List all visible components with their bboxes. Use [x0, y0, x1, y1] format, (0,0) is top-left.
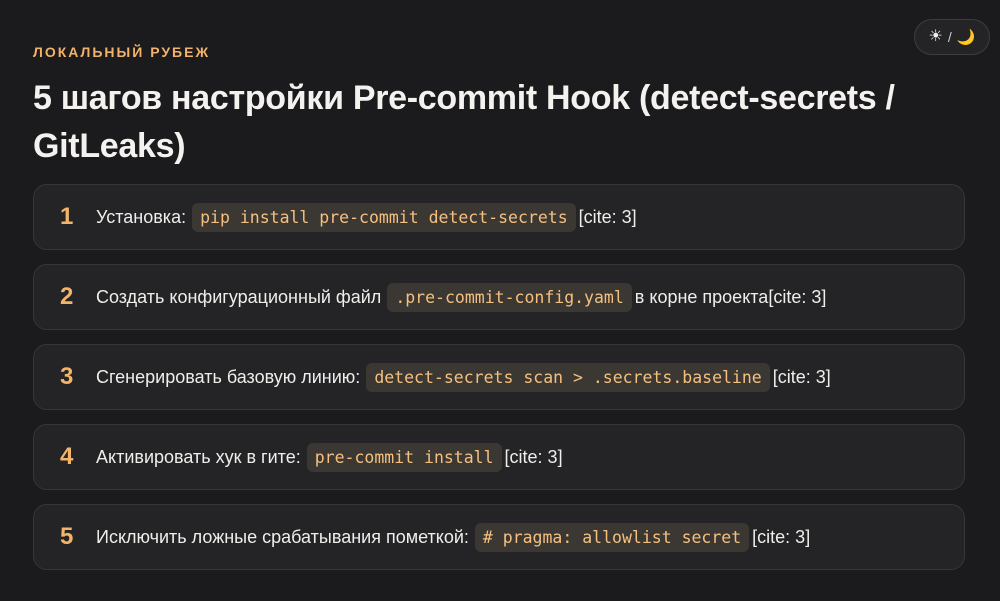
step-code: detect-secrets scan > .secrets.baseline	[366, 362, 770, 392]
step-text: Исключить ложные срабатывания пометкой: …	[96, 522, 811, 552]
step-number: 4	[60, 443, 74, 470]
page-title: 5 шагов настройки Pre-commit Hook (detec…	[33, 79, 895, 165]
section-kicker: ЛОКАЛЬНЫЙ РУБЕЖ	[33, 44, 211, 60]
step-card: 5 Исключить ложные срабатывания пометкой…	[33, 504, 965, 570]
step-number: 3	[60, 363, 74, 390]
step-text: Установка: pip install pre-commit detect…	[96, 202, 637, 232]
step-citation: [cite: 3]	[504, 446, 563, 467]
step-text-before: Исключить ложные срабатывания пометкой:	[96, 526, 469, 547]
step-citation: [cite: 3]	[772, 366, 831, 387]
step-text-before: Установка:	[96, 206, 187, 227]
step-card: 4 Активировать хук в гите: pre-commit in…	[33, 424, 965, 490]
theme-toggle-button[interactable]: ☀ / 🌙	[914, 19, 990, 55]
step-code: # pragma: allowlist secret	[474, 522, 750, 552]
step-text-before: Сгенерировать базовую линию:	[96, 366, 361, 387]
step-number: 1	[60, 203, 74, 230]
step-code: pre-commit install	[306, 442, 502, 472]
step-card: 2 Создать конфигурационный файл .pre-com…	[33, 264, 965, 330]
steps-list: 1 Установка: pip install pre-commit dete…	[33, 184, 965, 570]
page: ☀ / 🌙 ЛОКАЛЬНЫЙ РУБЕЖ 5 шагов настройки …	[0, 0, 1000, 601]
moon-icon: 🌙	[956, 28, 976, 46]
step-code: .pre-commit-config.yaml	[387, 282, 632, 312]
step-card: 3 Сгенерировать базовую линию: detect-se…	[33, 344, 965, 410]
step-number: 5	[60, 523, 74, 550]
theme-toggle-separator: /	[947, 29, 952, 45]
step-citation: [cite: 3]	[578, 206, 637, 227]
step-text: Сгенерировать базовую линию: detect-secr…	[96, 362, 831, 392]
sun-icon: ☀	[928, 28, 943, 45]
step-text-before: Активировать хук в гите:	[96, 446, 301, 467]
step-code: pip install pre-commit detect-secrets	[192, 202, 576, 232]
step-citation: в корне проекта[cite: 3]	[634, 286, 827, 307]
step-text-before: Создать конфигурационный файл	[96, 286, 382, 307]
step-number: 2	[60, 283, 74, 310]
step-citation: [cite: 3]	[752, 526, 811, 547]
step-card: 1 Установка: pip install pre-commit dete…	[33, 184, 965, 250]
step-text: Создать конфигурационный файл .pre-commi…	[96, 282, 827, 312]
step-text: Активировать хук в гите: pre-commit inst…	[96, 442, 563, 472]
